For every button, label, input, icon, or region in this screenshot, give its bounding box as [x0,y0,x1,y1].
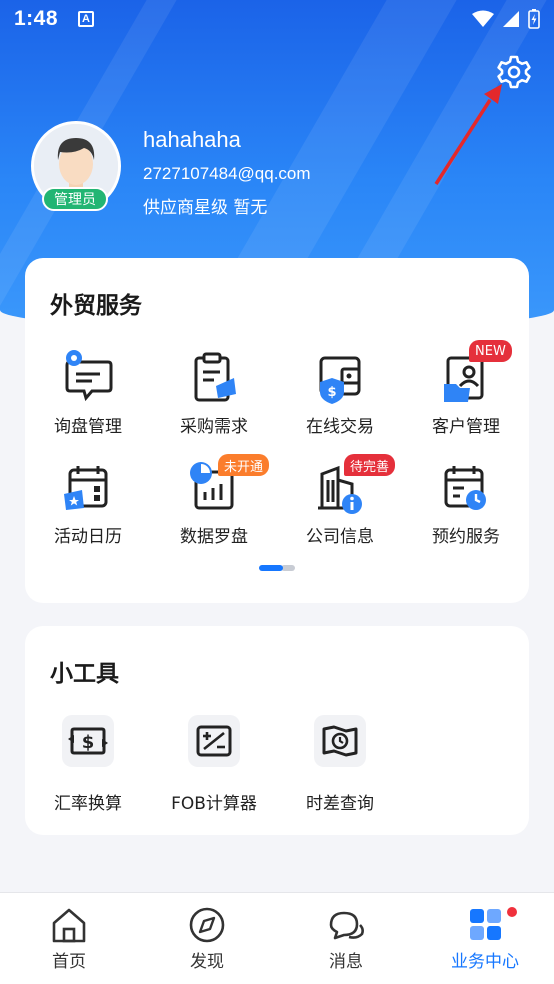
new-tag: NEW [469,340,512,362]
grid-item-label: 公司信息 [306,527,374,547]
grid-item-purchase[interactable]: 采购需求 [151,350,277,437]
timezone-icon [322,725,358,757]
grid-item-calendar[interactable]: 活动日历 [25,460,151,547]
nav-label: 消息 [329,952,363,972]
grid-item-reservation[interactable]: 预约服务 [403,460,529,547]
grid-item-label: 采购需求 [180,417,248,437]
nav-business-center[interactable]: 业务中心 [416,893,554,984]
page-dot-inactive [281,565,295,571]
section-title: 小工具 [50,661,119,687]
grid-item-online-trade[interactable]: $ 在线交易 [277,350,403,437]
tool-label: 时差查询 [306,794,374,814]
grid-icon [470,909,501,940]
a-notification-icon: A [78,11,95,27]
section-title: 外贸服务 [50,293,142,319]
grid-item-data-compass[interactable]: 数据罗盘 未开通 [151,454,277,547]
supplier-level: 供应商星级 暂无 [143,198,268,218]
schedule-icon [444,466,486,510]
grid-item-company-info[interactable]: 公司信息 待完善 [277,454,403,547]
tool-exchange-rate[interactable]: $ 汇率换算 [25,715,151,814]
tools-card: 小工具 $ 汇率换算 FOB计算器 时差查询 [25,626,529,835]
purchase-icon [194,352,236,402]
wifi-icon [472,10,494,27]
bottom-navigation: 首页 发现 消息 业务中心 [0,892,554,984]
compass-icon [189,907,225,943]
grid-item-label: 询盘管理 [54,417,122,437]
tool-fob-calculator[interactable]: FOB计算器 [151,715,277,814]
tool-label: 汇率换算 [54,794,122,814]
wallet-icon: $ [319,356,361,404]
trade-services-card: 外贸服务 询盘管理 采购需求 $ 在线交易 客户管理 NEW 活动日历 数据罗盘… [25,258,529,603]
user-email: 2727107484@qq.com [143,164,311,183]
tool-time-difference[interactable]: 时差查询 [277,715,403,814]
nav-label: 首页 [52,952,86,972]
status-bar: 1:48 A [0,0,554,38]
inquiry-icon [65,350,113,402]
calendar-icon [64,466,108,510]
user-name: hahahaha [143,127,241,152]
grid-item-inquiry[interactable]: 询盘管理 [25,350,151,437]
grid-item-label: 预约服务 [432,527,500,547]
grid-item-customer[interactable]: 客户管理 NEW [403,340,529,437]
exchange-icon: $ [68,727,108,755]
signal-icon [503,11,519,27]
message-icon [329,911,364,940]
notification-dot [507,907,517,917]
svg-text:$: $ [82,732,95,753]
nav-discover[interactable]: 发现 [138,893,276,984]
nav-home[interactable]: 首页 [0,893,138,984]
tool-label: FOB计算器 [171,794,257,814]
grid-item-label: 客户管理 [432,417,500,437]
nav-label: 发现 [190,952,224,972]
home-icon [52,908,86,943]
battery-icon [528,9,540,29]
nav-messages[interactable]: 消息 [277,893,415,984]
grid-item-label: 数据罗盘 [180,527,248,547]
calculator-icon [196,725,232,757]
incomplete-tag: 待完善 [344,454,396,476]
svg-text:$: $ [327,385,336,400]
annotation-arrow [434,84,502,185]
not-activated-tag: 未开通 [218,454,270,476]
status-time: 1:48 [14,7,59,30]
grid-item-label: 活动日历 [54,527,122,547]
role-badge: 管理员 [42,187,108,211]
grid-item-label: 在线交易 [306,417,374,437]
nav-label: 业务中心 [451,952,519,972]
page-dot-active [259,565,283,571]
